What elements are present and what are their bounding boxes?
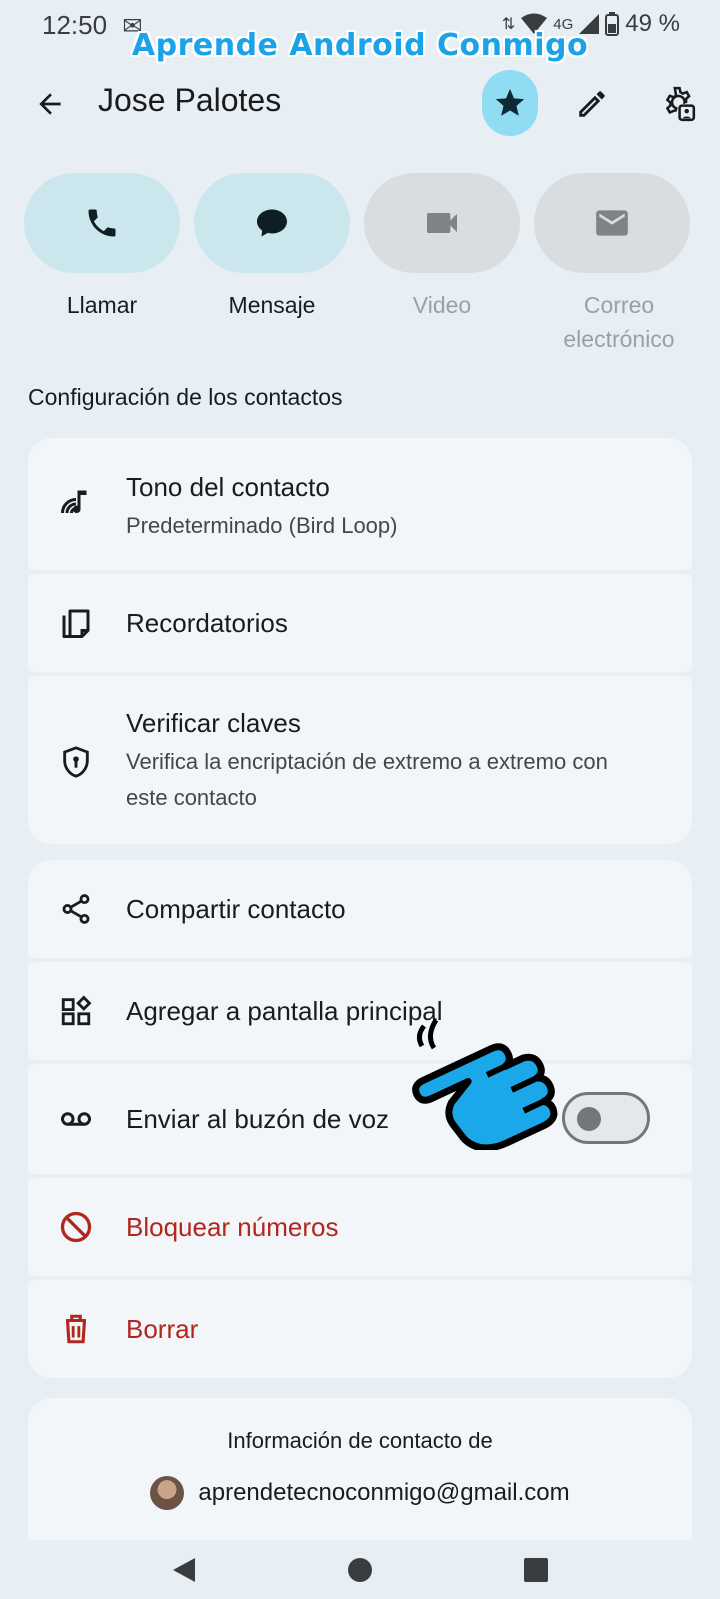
share-contact-label: Compartir contacto bbox=[126, 894, 346, 924]
wifi-icon bbox=[521, 13, 548, 34]
reminders-icon bbox=[56, 603, 96, 643]
video-button[interactable] bbox=[364, 173, 520, 273]
message-button[interactable] bbox=[194, 173, 350, 273]
star-icon bbox=[495, 88, 525, 116]
widgets-icon bbox=[56, 991, 96, 1031]
delete-row[interactable]: Borrar bbox=[28, 1280, 692, 1378]
avatar bbox=[150, 1476, 185, 1510]
delete-label: Borrar bbox=[126, 1314, 199, 1344]
call-button[interactable] bbox=[24, 173, 180, 273]
status-time: 12:50 ✉ bbox=[42, 10, 143, 40]
email-icon bbox=[596, 210, 628, 236]
back-button[interactable] bbox=[26, 80, 74, 128]
gmail-notification-icon: ✉ bbox=[122, 13, 143, 40]
add-home-label: Agregar a pantalla principal bbox=[126, 996, 443, 1026]
contact-settings-button[interactable] bbox=[654, 80, 702, 128]
account-info-label: Información de contacto de bbox=[227, 1428, 493, 1453]
verify-keys-subtitle: Verifica la encriptación de extremo a ex… bbox=[126, 749, 608, 810]
ringtone-subtitle: Predeterminado (Bird Loop) bbox=[126, 513, 398, 538]
ringtone-title: Tono del contacto bbox=[126, 472, 330, 502]
favorite-button[interactable] bbox=[482, 70, 538, 136]
email-label: Correo electrónico bbox=[563, 292, 675, 352]
contact-name: Jose Palotes bbox=[98, 82, 282, 118]
shield-lock-icon bbox=[56, 742, 96, 782]
share-icon bbox=[56, 889, 96, 929]
reminders-row[interactable]: Recordatorios bbox=[28, 574, 692, 672]
block-numbers-label: Bloquear números bbox=[126, 1212, 339, 1242]
email-button[interactable] bbox=[534, 173, 690, 273]
voicemail-label: Enviar al buzón de voz bbox=[126, 1104, 390, 1134]
home-nav-icon[interactable] bbox=[347, 1557, 373, 1583]
share-contact-row[interactable]: Compartir contacto bbox=[28, 860, 692, 958]
back-arrow-icon bbox=[39, 93, 61, 115]
video-label: Video bbox=[412, 292, 472, 318]
toggle-knob bbox=[577, 1107, 601, 1131]
data-transfer-icon: ⇅ bbox=[501, 16, 516, 33]
ringtone-row[interactable]: Tono del contacto Predeterminado (Bird L… bbox=[28, 438, 692, 570]
recents-nav-icon[interactable] bbox=[523, 1557, 549, 1583]
ringtone-icon bbox=[56, 484, 96, 524]
phone-icon bbox=[88, 209, 116, 237]
pencil-icon bbox=[579, 91, 605, 117]
section-title: Configuración de los contactos bbox=[28, 384, 343, 410]
account-email: aprendetecnoconmigo@gmail.com bbox=[198, 1479, 570, 1506]
network-type: 4G bbox=[553, 15, 574, 33]
block-icon bbox=[56, 1207, 96, 1247]
back-nav-icon[interactable] bbox=[171, 1556, 197, 1584]
signal-icon bbox=[579, 14, 600, 34]
pointing-hand-icon bbox=[412, 1018, 558, 1150]
trash-icon bbox=[56, 1309, 96, 1349]
video-icon bbox=[427, 213, 457, 233]
add-home-row[interactable]: Agregar a pantalla principal bbox=[28, 962, 692, 1060]
message-label: Mensaje bbox=[228, 292, 316, 318]
battery-level: 49 % bbox=[625, 10, 680, 37]
gear-person-icon bbox=[665, 86, 696, 122]
account-email-row: aprendetecnoconmigo@gmail.com bbox=[28, 1476, 692, 1510]
voicemail-icon bbox=[56, 1099, 96, 1139]
battery-icon bbox=[605, 12, 620, 36]
reminders-title: Recordatorios bbox=[126, 608, 288, 638]
edit-button[interactable] bbox=[568, 80, 616, 128]
status-icons: ⇅ 4G 49 % bbox=[502, 10, 680, 38]
message-icon bbox=[257, 209, 287, 237]
account-info-card bbox=[28, 1398, 692, 1540]
navigation-bar bbox=[0, 1540, 720, 1599]
verify-keys-title: Verificar claves bbox=[126, 708, 301, 738]
verify-keys-row[interactable]: Verificar claves Verifica la encriptació… bbox=[28, 676, 692, 844]
block-numbers-row[interactable]: Bloquear números bbox=[28, 1178, 692, 1276]
call-label: Llamar bbox=[66, 292, 138, 318]
